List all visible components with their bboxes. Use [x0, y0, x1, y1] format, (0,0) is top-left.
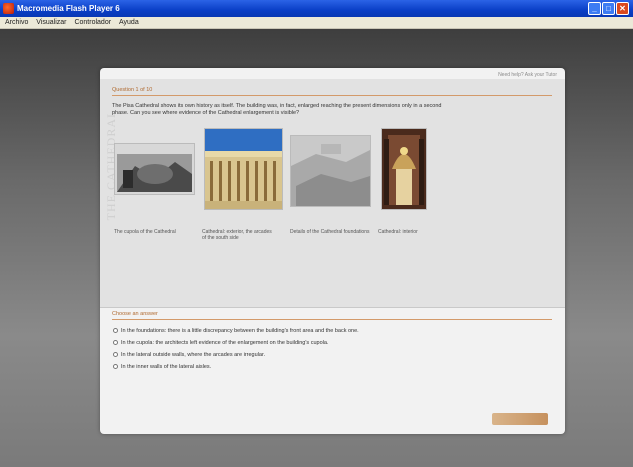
submit-button[interactable] — [492, 413, 548, 425]
interior-photo[interactable] — [381, 128, 427, 210]
help-link[interactable]: Need help? Ask your Tutor — [498, 72, 557, 78]
caption-exterior: Cathedral: exterior, the arcades of the … — [202, 229, 272, 241]
caption-interior: Cathedral: interior — [378, 229, 418, 235]
caption-cupola: The cupola of the Cathedral — [114, 229, 176, 235]
close-button[interactable]: ✕ — [616, 2, 629, 15]
answer-option-text: In the foundations: there is a little di… — [121, 328, 359, 334]
radio-icon[interactable] — [113, 364, 118, 370]
question-text: The Pisa Cathedral shows its own history… — [112, 103, 442, 116]
menu-item-archivo[interactable]: Archivo — [0, 17, 31, 28]
menu-item-ayuda[interactable]: Ayuda — [116, 17, 142, 28]
menu-bar: Archivo Visualizar Controlador Ayuda — [0, 17, 633, 29]
radio-icon[interactable] — [113, 352, 118, 358]
answer-option-text: In the cupola: the architects left evide… — [121, 340, 329, 346]
question-label: Question 1 of 10 — [112, 87, 153, 93]
choose-label: Choose an answer — [112, 311, 158, 317]
answer-option-text: In the lateral outside walls, where the … — [121, 352, 265, 358]
radio-icon[interactable] — [113, 340, 118, 346]
quiz-panel: Need help? Ask your Tutor THE CATHEDRAL … — [100, 68, 565, 434]
choose-divider — [112, 319, 552, 320]
caption-foundations: Details of the Cathedral foundations — [290, 229, 370, 235]
exterior-photo[interactable] — [204, 128, 283, 210]
minimize-button[interactable]: _ — [588, 2, 601, 15]
question-divider — [112, 95, 552, 96]
answer-option-text: In the inner walls of the lateral aisles… — [121, 364, 212, 370]
foundations-photo[interactable] — [290, 135, 371, 207]
answer-option-4[interactable]: In the inner walls of the lateral aisles… — [113, 364, 211, 371]
maximize-button[interactable]: □ — [602, 2, 615, 15]
radio-icon[interactable] — [113, 328, 118, 334]
menu-item-visualizar[interactable]: Visualizar — [33, 17, 69, 28]
answer-option-2[interactable]: In the cupola: the architects left evide… — [113, 340, 328, 347]
flash-player-icon — [3, 3, 14, 14]
answer-option-1[interactable]: In the foundations: there is a little di… — [113, 328, 359, 335]
cupola-photo[interactable] — [114, 143, 195, 195]
window-title: Macromedia Flash Player 6 — [17, 4, 120, 13]
window-titlebar: Macromedia Flash Player 6 _ □ ✕ — [0, 0, 633, 17]
question-section: THE CATHEDRAL Question 1 of 10 The Pisa … — [100, 79, 565, 308]
answer-option-3[interactable]: In the lateral outside walls, where the … — [113, 352, 265, 359]
menu-item-controlador[interactable]: Controlador — [71, 17, 114, 28]
